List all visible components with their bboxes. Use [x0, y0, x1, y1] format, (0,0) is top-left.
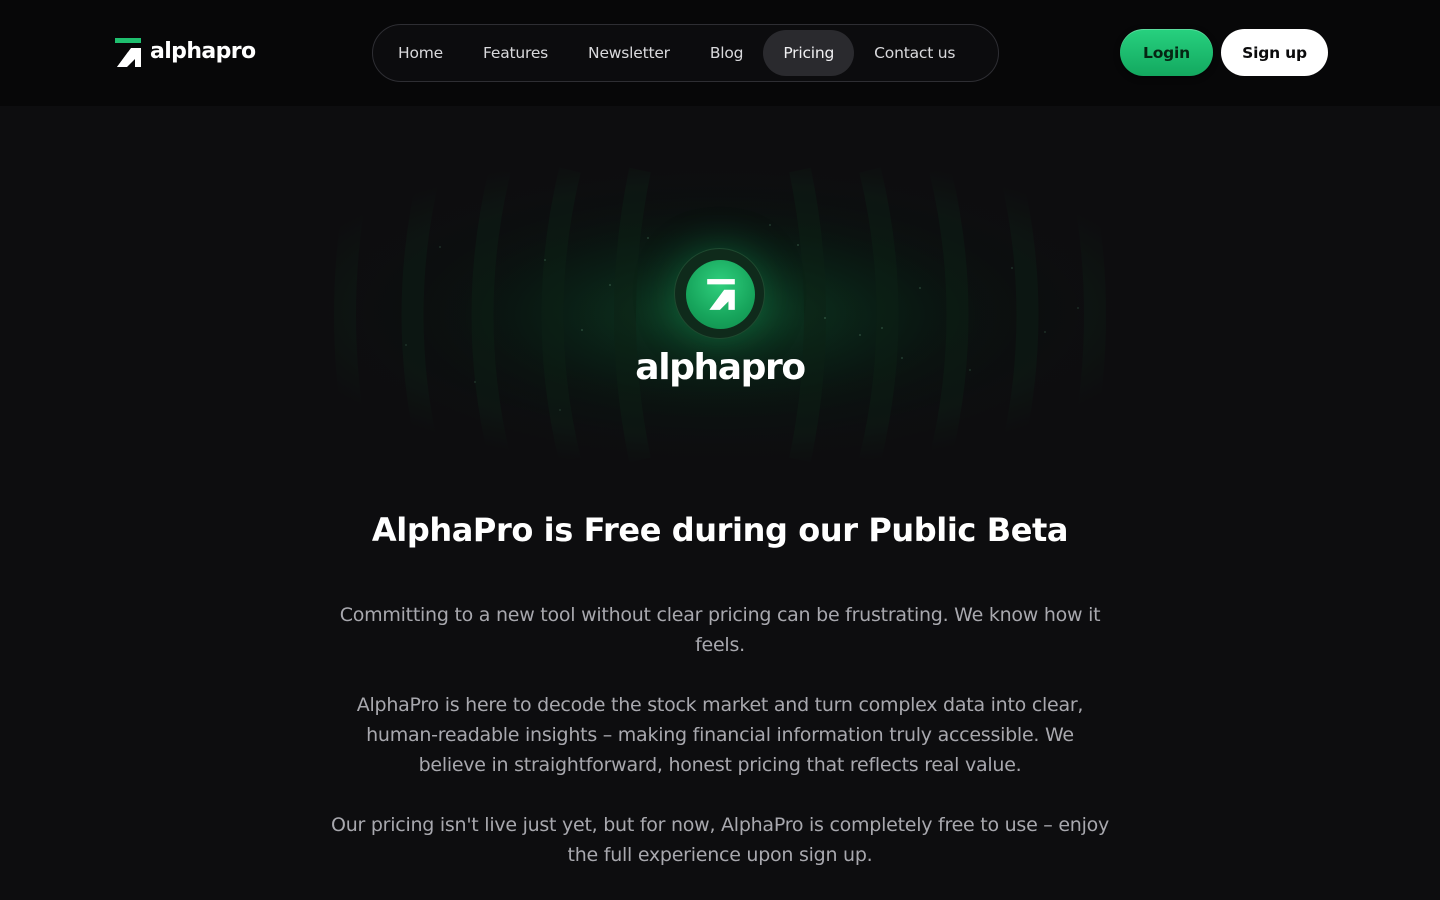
- nav-item-contact[interactable]: Contact us: [854, 30, 975, 76]
- nav-item-pricing[interactable]: Pricing: [763, 30, 855, 76]
- alphapro-logo-icon: [115, 38, 141, 67]
- intro-paragraph: Committing to a new tool without clear p…: [339, 604, 1101, 656]
- brand-logo-link[interactable]: alphapro: [114, 36, 256, 70]
- nav-item-newsletter[interactable]: Newsletter: [568, 30, 690, 76]
- hero-wordmark: alphapro: [635, 347, 806, 388]
- nav-item-features[interactable]: Features: [463, 30, 568, 76]
- page-title: AlphaPro is Free during our Public Beta: [371, 511, 1069, 549]
- login-button[interactable]: Login: [1120, 29, 1213, 76]
- pricing-status-paragraph: Our pricing isn't live just yet, but for…: [331, 814, 1109, 866]
- hero-logo-badge: [674, 248, 765, 339]
- nav-item-home[interactable]: Home: [378, 30, 463, 76]
- nav-item-blog[interactable]: Blog: [690, 30, 763, 76]
- site-header: alphapro Home Features Newsletter Blog P…: [0, 0, 1440, 106]
- mission-paragraph: AlphaPro is here to decode the stock mar…: [356, 694, 1084, 776]
- alphapro-logo-icon: [706, 278, 735, 310]
- signup-button[interactable]: Sign up: [1221, 29, 1328, 76]
- brand-name: alphapro: [150, 39, 256, 64]
- main-nav: Home Features Newsletter Blog Pricing Co…: [372, 24, 999, 82]
